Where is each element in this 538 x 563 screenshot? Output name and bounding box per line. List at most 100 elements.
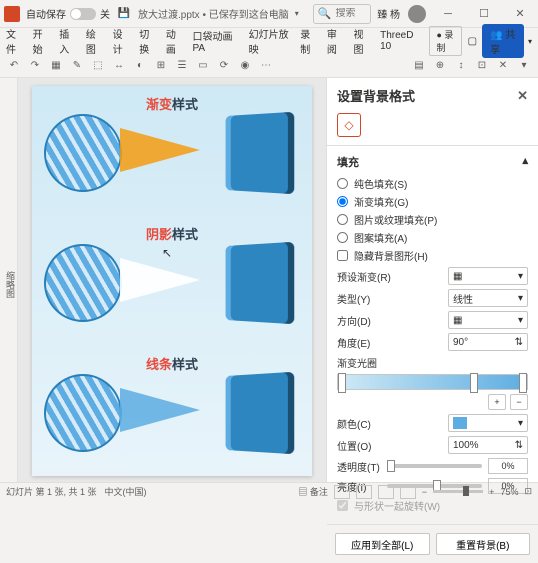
sample-title-2: 阴影样式 xyxy=(146,224,198,243)
tool-icon[interactable]: ▭ xyxy=(195,58,211,74)
slide-counter[interactable]: 幻灯片 第 1 张, 共 1 张 xyxy=(6,485,97,498)
reset-bg-button[interactable]: 重置背景(B) xyxy=(436,533,531,555)
tab-design[interactable]: 设计 xyxy=(113,26,130,56)
cursor-icon: ↖ xyxy=(162,246,172,260)
zoom-slider[interactable] xyxy=(433,490,483,493)
tool-icon[interactable]: ✎ xyxy=(69,58,85,74)
tab-draw[interactable]: 绘图 xyxy=(86,26,103,56)
present-icon[interactable]: ▢ xyxy=(466,33,478,49)
search-input[interactable] xyxy=(335,8,366,19)
tool-icon[interactable]: ⊕ xyxy=(432,58,448,74)
save-icon[interactable]: 💾 xyxy=(116,6,132,22)
zoom-in-button[interactable]: + xyxy=(489,487,494,497)
tool-icon[interactable]: ✕ xyxy=(495,58,511,74)
zoom-out-button[interactable]: − xyxy=(422,487,427,497)
tab-insert[interactable]: 插入 xyxy=(59,26,76,56)
apply-all-button[interactable]: 应用到全部(L) xyxy=(335,533,430,555)
transparency-value[interactable]: 0% xyxy=(488,458,528,474)
magnifier-1 xyxy=(44,114,122,192)
search-box[interactable]: 🔍 xyxy=(313,4,371,24)
share-button[interactable]: 👥 共享 xyxy=(482,24,524,58)
tab-pa[interactable]: 口袋动画 PA xyxy=(192,28,238,54)
slide[interactable]: 渐变样式 阴影样式 线条样式 ↖ xyxy=(32,86,312,476)
collapse-icon[interactable]: ▴ xyxy=(522,154,528,170)
fill-picture[interactable]: 图片或纹理填充(P) xyxy=(337,212,528,227)
maximize-button[interactable]: ☐ xyxy=(470,4,498,24)
type-dropdown[interactable]: 线性▾ xyxy=(448,289,528,307)
avatar[interactable] xyxy=(408,5,426,23)
fill-solid[interactable]: 纯色填充(S) xyxy=(337,176,528,191)
tile-1 xyxy=(226,112,295,195)
tab-animation[interactable]: 动画 xyxy=(166,26,183,56)
tool-icon[interactable]: ☰ xyxy=(174,58,190,74)
tool-icon[interactable]: ⟳ xyxy=(216,58,232,74)
notes-button[interactable]: ▤ 备注 xyxy=(298,485,328,498)
zoom-level[interactable]: 75% xyxy=(500,487,518,497)
tab-home[interactable]: 开始 xyxy=(33,26,50,56)
preset-dropdown[interactable]: ▦▾ xyxy=(448,267,528,285)
gradient-stop[interactable] xyxy=(470,373,478,393)
rotate-with-shape[interactable]: 与形状一起旋转(W) xyxy=(337,498,528,513)
redo-icon[interactable]: ↷ xyxy=(27,58,43,74)
position-spinner[interactable]: 100%⇅ xyxy=(448,436,528,454)
search-icon: 🔍 xyxy=(318,7,332,20)
format-background-pane: 设置背景格式 ✕ ◇ 填充▴ 纯色填充(S) 渐变填充(G) 图片或纹理填充(P… xyxy=(326,78,538,482)
thumbnail-strip[interactable]: 缩略图 xyxy=(0,78,18,482)
color-picker[interactable]: ▾ xyxy=(448,414,528,432)
quick-toolbar: ↶ ↷ ▦ ✎ ⬚ ↔ ◐ ⊞ ☰ ▭ ⟳ ◉ ⋯ ▤ ⊕ ↕ ⊡ ✕ ▾ xyxy=(0,54,538,78)
fit-button[interactable]: ⊡ xyxy=(524,486,532,497)
position-label: 位置(O) xyxy=(337,438,371,453)
hide-bg-graphics[interactable]: 隐藏背景图形(H) xyxy=(337,248,528,263)
tab-transition[interactable]: 切换 xyxy=(139,26,156,56)
tool-icon[interactable]: ↔ xyxy=(111,58,127,74)
direction-dropdown[interactable]: ▦▾ xyxy=(448,311,528,329)
tab-view[interactable]: 视图 xyxy=(353,26,370,56)
ribbon-chevron-icon[interactable]: ▾ xyxy=(528,37,532,46)
tool-icon[interactable]: ▾ xyxy=(516,58,532,74)
username: 臻 杨 xyxy=(377,6,400,21)
remove-stop-button[interactable]: − xyxy=(510,394,528,410)
cone-shadow xyxy=(120,258,200,302)
tool-icon[interactable]: ⋯ xyxy=(258,58,274,74)
tool-icon[interactable]: ⬚ xyxy=(90,58,106,74)
pane-close-button[interactable]: ✕ xyxy=(517,88,528,104)
tab-review[interactable]: 审阅 xyxy=(327,26,344,56)
tab-threed[interactable]: ThreeD 10 xyxy=(380,30,419,52)
cone-line xyxy=(120,388,200,432)
record-button[interactable]: ● 录制 xyxy=(429,26,462,56)
type-label: 类型(Y) xyxy=(337,291,370,306)
tool-icon[interactable]: ▤ xyxy=(411,58,427,74)
minimize-button[interactable]: ─ xyxy=(434,4,462,24)
transparency-slider[interactable] xyxy=(387,464,482,468)
tool-icon[interactable]: ⊡ xyxy=(474,58,490,74)
gradient-stop[interactable] xyxy=(338,373,346,393)
fill-tab-icon[interactable]: ◇ xyxy=(337,113,361,137)
angle-label: 角度(E) xyxy=(337,335,370,350)
slide-canvas[interactable]: 渐变样式 阴影样式 线条样式 ↖ xyxy=(18,78,326,482)
tab-record[interactable]: 录制 xyxy=(300,26,317,56)
tool-icon[interactable]: ⊞ xyxy=(153,58,169,74)
autosave-toggle[interactable]: 自动保存 关 xyxy=(26,6,110,21)
view-normal-icon[interactable] xyxy=(334,485,350,499)
tab-slideshow[interactable]: 幻灯片放映 xyxy=(249,26,291,56)
undo-icon[interactable]: ↶ xyxy=(6,58,22,74)
title-chevron-icon[interactable]: ▾ xyxy=(295,9,299,18)
file-title[interactable]: 放大过渡.pptx • 已保存到这台电脑 xyxy=(138,6,289,21)
view-sorter-icon[interactable] xyxy=(356,485,372,499)
tool-icon[interactable]: ↕ xyxy=(453,58,469,74)
close-button[interactable]: ✕ xyxy=(506,4,534,24)
fill-pattern[interactable]: 图案填充(A) xyxy=(337,230,528,245)
gradient-bar[interactable] xyxy=(337,374,528,390)
toggle-switch[interactable] xyxy=(70,8,96,20)
lang-indicator[interactable]: 中文(中国) xyxy=(105,485,147,498)
tool-icon[interactable]: ◉ xyxy=(237,58,253,74)
angle-spinner[interactable]: 90°⇅ xyxy=(448,333,528,351)
add-stop-button[interactable]: + xyxy=(488,394,506,410)
tool-icon[interactable]: ◐ xyxy=(132,58,148,74)
gradient-stop[interactable] xyxy=(519,373,527,393)
transparency-label: 透明度(T) xyxy=(337,459,381,474)
fill-gradient[interactable]: 渐变填充(G) xyxy=(337,194,528,209)
tool-icon[interactable]: ▦ xyxy=(48,58,64,74)
tab-file[interactable]: 文件 xyxy=(6,26,23,56)
app-icon xyxy=(4,6,20,22)
